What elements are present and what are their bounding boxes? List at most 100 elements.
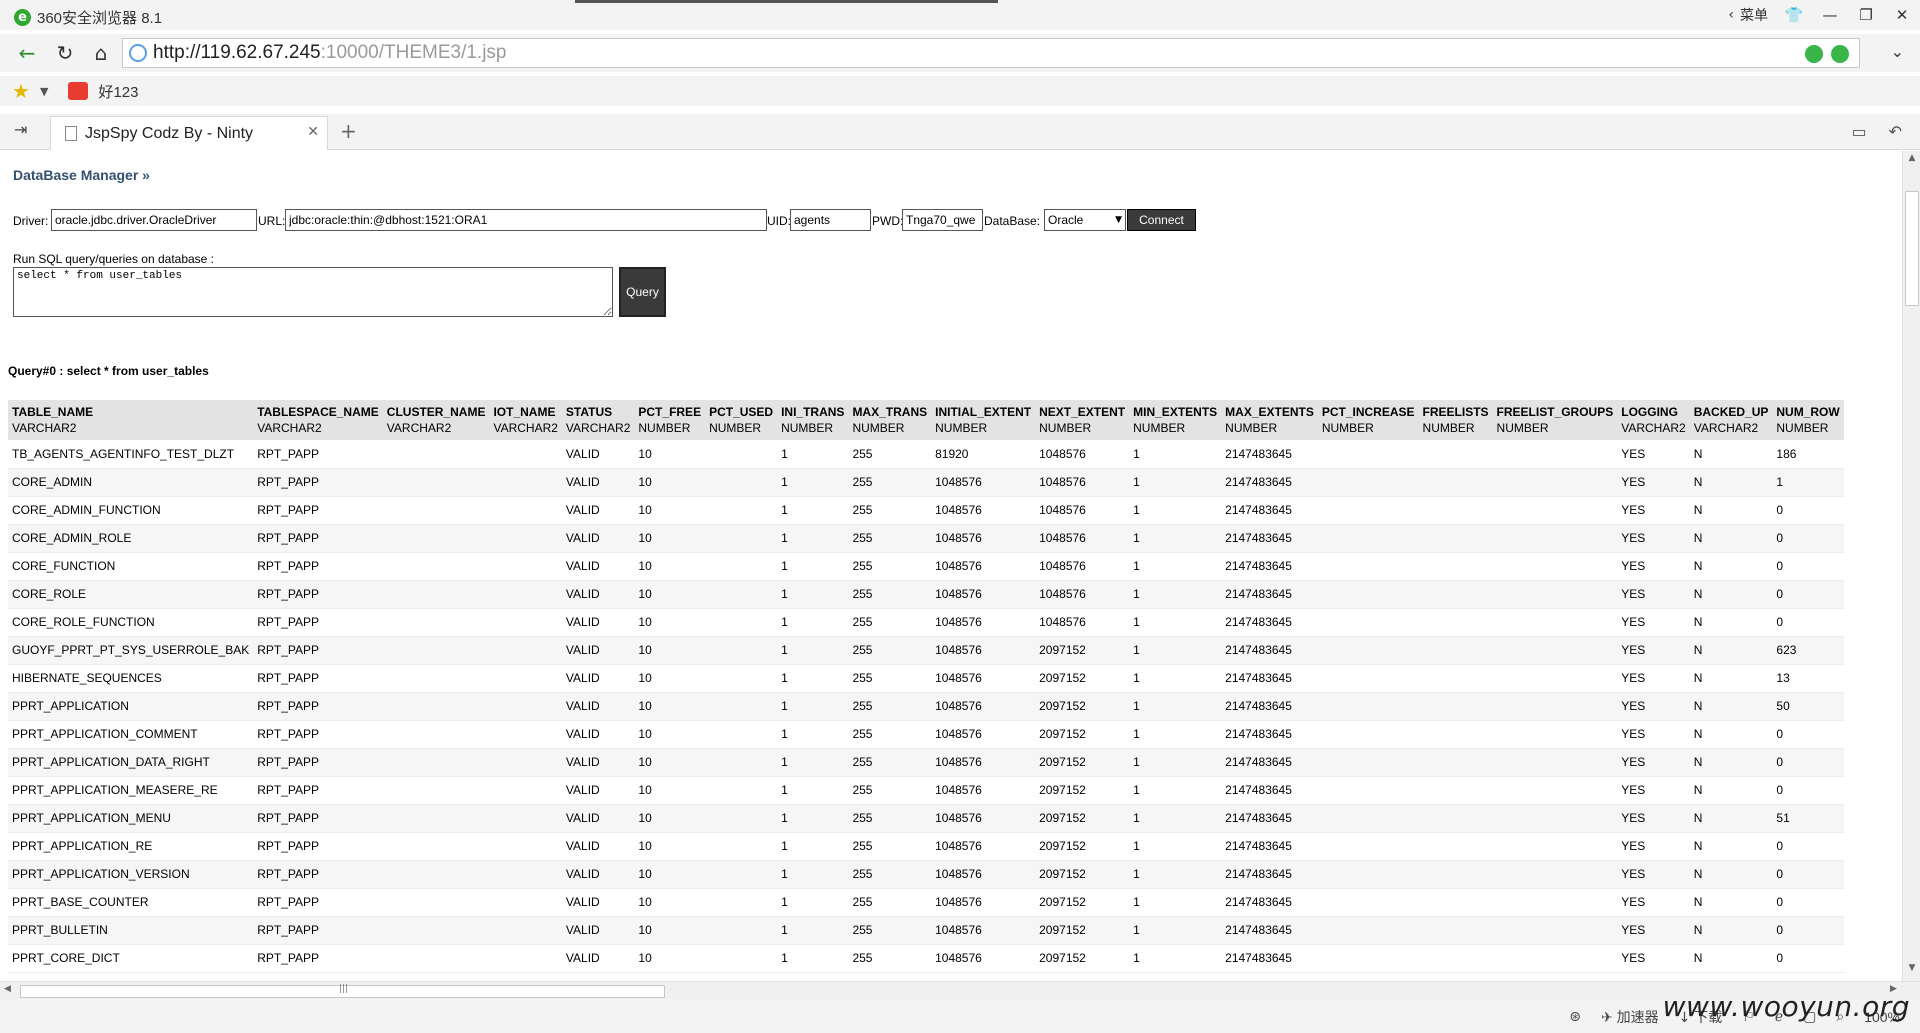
chevron-left-icon: ‹ (1728, 7, 1734, 23)
back-button[interactable]: ← (12, 39, 42, 67)
table-cell (489, 776, 562, 805)
refresh-green-icon[interactable] (1805, 45, 1823, 63)
table-cell: N (1689, 944, 1773, 973)
window-title-text: 360安全浏览器 8.1 (37, 10, 163, 27)
table-cell: N (1689, 888, 1773, 917)
accelerator-button[interactable]: ✈ 加速器 (1601, 1007, 1659, 1027)
sql-query-textarea[interactable]: select * from user_tables (13, 267, 613, 317)
driver-input[interactable] (51, 209, 257, 231)
table-cell: 50 (1772, 692, 1844, 721)
skin-button[interactable]: 👕 (1776, 0, 1812, 30)
column-type: VARCHAR2 (1621, 421, 1686, 435)
horizontal-scroll-thumb[interactable]: ||| (20, 984, 665, 998)
table-cell (1418, 664, 1493, 693)
scroll-up-icon[interactable]: ▲ (1903, 153, 1920, 169)
favorites-star-icon[interactable]: ★ (12, 79, 30, 103)
table-cell (489, 832, 562, 861)
table-cell (705, 692, 778, 721)
tab-list-icon[interactable]: ▭ (1851, 122, 1866, 141)
table-cell: 255 (848, 636, 932, 665)
vertical-scrollbar[interactable]: ▲ ▼ (1902, 151, 1920, 981)
table-cell (1492, 440, 1618, 469)
table-cell: 255 (848, 524, 932, 553)
url-field[interactable]: http://119.62.67.245:10000/THEME3/1.jsp (122, 38, 1860, 68)
table-cell: 255 (848, 440, 932, 469)
table-cell: 1 (777, 524, 849, 553)
column-name: NEXT_EXTENT (1039, 405, 1126, 419)
column-header: FREELISTS NUMBER (1418, 400, 1493, 440)
column-name: FREELISTS (1422, 405, 1489, 419)
column-header: NUM_ROW NUMBER (1772, 400, 1844, 440)
reload-button[interactable]: ↻ (50, 39, 80, 67)
table-cell: 1 (1129, 860, 1222, 889)
address-dropdown[interactable]: ⌄ (1891, 42, 1904, 61)
scroll-left-icon[interactable]: ◀ (4, 984, 11, 994)
table-cell: 1 (1129, 552, 1222, 581)
table-cell: 1048576 (931, 776, 1036, 805)
pwd-input[interactable] (902, 209, 983, 231)
table-row: GUOYF_PPRT_PT_SYS_USERROLE_BAK RPT_PAPP VA… (8, 636, 1844, 665)
table-cell: 1 (777, 916, 849, 945)
table-cell: 255 (848, 916, 932, 945)
column-header: PCT_FREE NUMBER (634, 400, 706, 440)
query-button[interactable]: Query (619, 267, 666, 317)
table-cell: 1048576 (931, 496, 1036, 525)
query-caption: Query#0 : select * from user_tables (8, 364, 209, 378)
home-button[interactable]: ⌂ (86, 39, 116, 67)
table-cell: 0 (1772, 916, 1844, 945)
table-cell: 255 (848, 468, 932, 497)
table-cell: 2147483645 (1221, 832, 1318, 861)
database-select[interactable]: Oracle ▼ (1044, 209, 1126, 231)
table-cell: 255 (848, 804, 932, 833)
table-cell: 255 (848, 832, 932, 861)
table-cell: 255 (848, 608, 932, 637)
maximize-button[interactable]: ❐ (1848, 0, 1884, 30)
vertical-scroll-thumb[interactable] (1905, 191, 1919, 306)
close-window-button[interactable]: ✕ (1884, 0, 1920, 30)
table-row: PPRT_CORE_DICT RPT_PAPP VALID 10 1 255 1048576… (8, 944, 1844, 973)
sidebar-toggle-icon[interactable]: ⇥ (14, 120, 27, 139)
tab-close-icon[interactable]: ✕ (307, 124, 319, 140)
table-cell: 0 (1772, 776, 1844, 805)
table-cell: PPRT_APPLICATION_MEASERE_RE (8, 776, 254, 805)
table-cell (382, 524, 490, 553)
table-cell: 1 (1129, 944, 1222, 973)
table-cell: 0 (1772, 496, 1844, 525)
table-cell: RPT_PAPP (253, 524, 383, 553)
column-name: IOT_NAME (493, 405, 556, 419)
undo-close-icon[interactable]: ↶ (1889, 122, 1902, 141)
horizontal-scrollbar[interactable]: ◀ ||| ▶ (0, 981, 1920, 999)
table-cell: YES (1617, 888, 1690, 917)
new-tab-button[interactable]: + (340, 119, 357, 143)
jdbc-url-input[interactable] (285, 209, 767, 231)
table-cell: 1048576 (1035, 524, 1130, 553)
table-cell: 1 (777, 832, 849, 861)
table-cell: 2097152 (1035, 776, 1130, 805)
security-icon[interactable]: ⊛ (1569, 1009, 1581, 1025)
tab-jspspy[interactable]: JspSpy Codz By - Ninty ✕ (50, 116, 328, 150)
table-cell (489, 916, 562, 945)
table-cell: 1 (1129, 664, 1222, 693)
caret-down-icon[interactable]: ▼ (40, 85, 48, 98)
leaf-icon[interactable] (1831, 45, 1849, 63)
column-name: NUM_ROW (1776, 405, 1840, 419)
table-cell: N (1689, 804, 1773, 833)
table-cell: 1048576 (931, 552, 1036, 581)
table-cell: RPT_PAPP (253, 692, 383, 721)
table-cell (1418, 440, 1493, 469)
table-cell (705, 468, 778, 497)
table-cell: CORE_ROLE_FUNCTION (8, 608, 254, 637)
uid-input[interactable] (790, 209, 871, 231)
table-cell: 255 (848, 888, 932, 917)
minimize-button[interactable]: — (1812, 0, 1848, 30)
table-cell: 2097152 (1035, 832, 1130, 861)
table-cell (1492, 776, 1618, 805)
site-globe-icon (129, 44, 147, 62)
favorite-link-hao123[interactable]: 好123 (98, 81, 138, 102)
scroll-down-icon[interactable]: ▼ (1903, 963, 1920, 979)
hao123-logo-icon (68, 82, 89, 100)
table-cell: 1048576 (1035, 440, 1130, 469)
menu-button[interactable]: ‹ 菜单 (1720, 0, 1776, 30)
connect-button[interactable]: Connect (1127, 209, 1196, 231)
table-cell: 1 (777, 664, 849, 693)
